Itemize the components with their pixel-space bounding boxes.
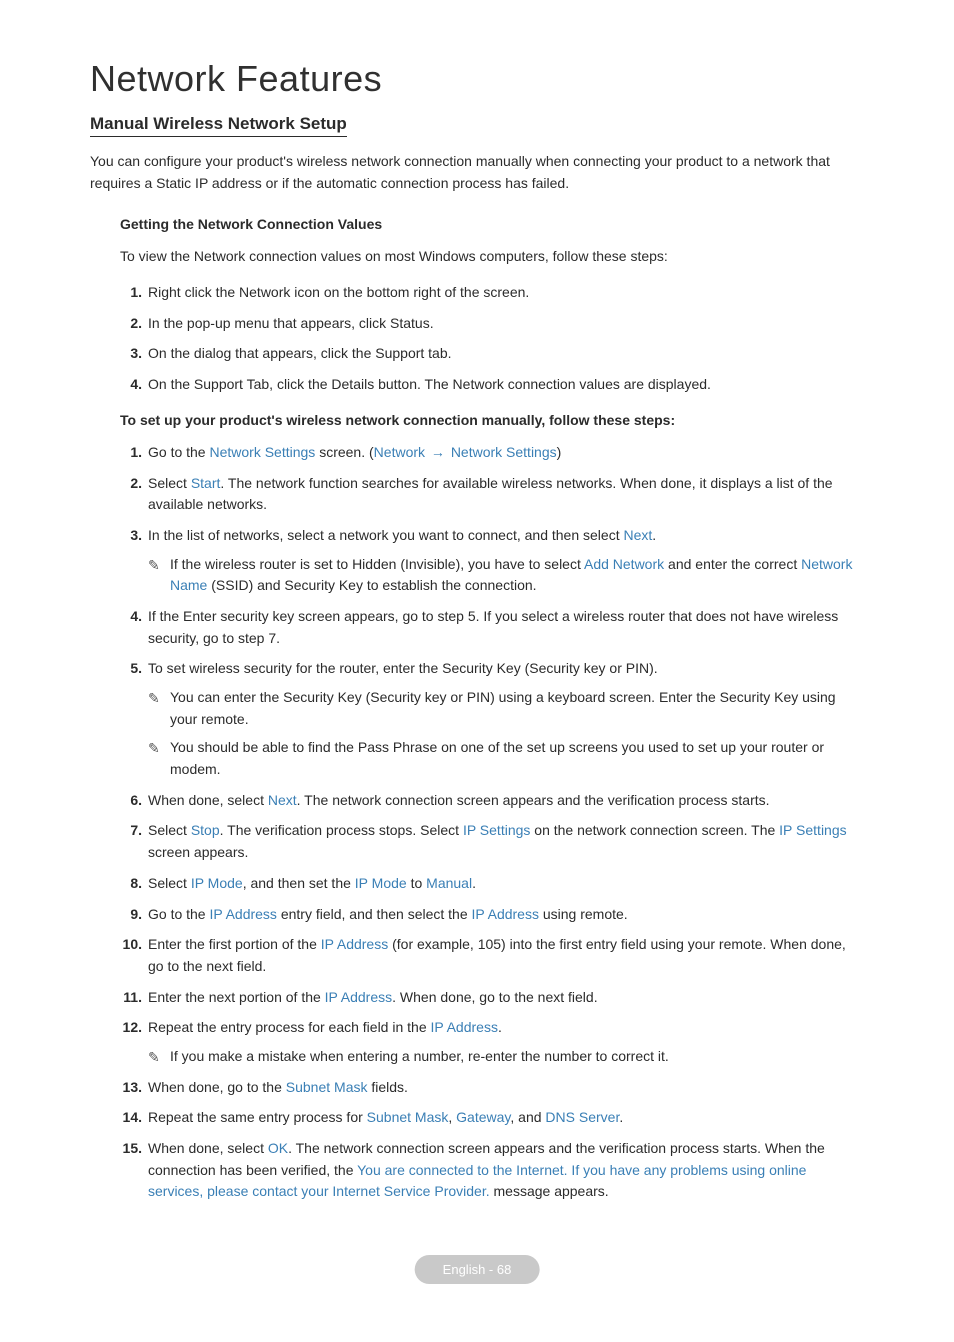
section-heading: Manual Wireless Network Setup bbox=[90, 114, 347, 137]
step-item: Enter the next portion of the IP Address… bbox=[120, 987, 864, 1009]
ui-term: IP Address bbox=[325, 989, 392, 1005]
step-item: If the Enter security key screen appears… bbox=[120, 606, 864, 649]
ui-term: IP Mode bbox=[191, 875, 243, 891]
ui-term: Gateway bbox=[456, 1109, 510, 1125]
ui-term: Manual bbox=[426, 875, 472, 891]
ui-term: Next bbox=[268, 792, 297, 808]
step-item: On the Support Tab, click the Details bu… bbox=[120, 374, 864, 396]
step-item: Select Start. The network function searc… bbox=[120, 473, 864, 516]
steps-list: Right click the Network icon on the bott… bbox=[120, 282, 864, 396]
arrow-icon: → bbox=[425, 444, 451, 460]
step-item: Right click the Network icon on the bott… bbox=[120, 282, 864, 304]
ui-term: Add Network bbox=[584, 556, 664, 572]
note: If you make a mistake when entering a nu… bbox=[148, 1046, 864, 1068]
ui-term: Network Settings bbox=[209, 444, 315, 460]
ui-term: OK bbox=[268, 1140, 288, 1156]
page-content: Network Features Manual Wireless Network… bbox=[0, 0, 954, 1203]
step-item: In the pop-up menu that appears, click S… bbox=[120, 313, 864, 335]
step-item: When done, select OK. The network connec… bbox=[120, 1138, 864, 1203]
step-item: Repeat the entry process for each field … bbox=[120, 1017, 864, 1067]
steps-list: Go to the Network Settings screen. (Netw… bbox=[120, 442, 864, 1203]
step-item: Select IP Mode, and then set the IP Mode… bbox=[120, 873, 864, 895]
step-item: On the dialog that appears, click the Su… bbox=[120, 343, 864, 365]
ui-term: IP Address bbox=[209, 906, 276, 922]
step-item: Select Stop. The verification process st… bbox=[120, 820, 864, 863]
ui-term: IP Address bbox=[472, 906, 539, 922]
ui-term: Network Settings bbox=[451, 444, 557, 460]
section-getting-values: Getting the Network Connection Values To… bbox=[90, 216, 864, 395]
note: You can enter the Security Key (Security… bbox=[148, 687, 864, 730]
intro-paragraph: You can configure your product's wireles… bbox=[90, 151, 864, 194]
section-title: To set up your product's wireless networ… bbox=[120, 412, 864, 428]
note: If the wireless router is set to Hidden … bbox=[148, 554, 864, 597]
step-item: Enter the first portion of the IP Addres… bbox=[120, 934, 864, 977]
ui-term: DNS Server bbox=[545, 1109, 619, 1125]
ui-term: IP Address bbox=[431, 1019, 498, 1035]
ui-term: IP Settings bbox=[463, 822, 530, 838]
note: You should be able to find the Pass Phra… bbox=[148, 737, 864, 780]
section-title: Getting the Network Connection Values bbox=[120, 216, 864, 232]
step-item: Go to the Network Settings screen. (Netw… bbox=[120, 442, 864, 464]
step-item: Go to the IP Address entry field, and th… bbox=[120, 904, 864, 926]
step-item: Repeat the same entry process for Subnet… bbox=[120, 1107, 864, 1129]
step-item: When done, select Next. The network conn… bbox=[120, 790, 864, 812]
page-title: Network Features bbox=[90, 58, 864, 100]
ui-term: Subnet Mask bbox=[367, 1109, 449, 1125]
step-item: When done, go to the Subnet Mask fields. bbox=[120, 1077, 864, 1099]
ui-term: Subnet Mask bbox=[286, 1079, 368, 1095]
section-description: To view the Network connection values on… bbox=[120, 246, 864, 268]
ui-term: IP Mode bbox=[355, 875, 407, 891]
page-number-badge: English - 68 bbox=[415, 1255, 540, 1284]
section-manual-setup: To set up your product's wireless networ… bbox=[90, 412, 864, 1203]
ui-term: Network bbox=[374, 444, 425, 460]
step-item: In the list of networks, select a networ… bbox=[120, 525, 864, 597]
ui-term: Stop bbox=[191, 822, 220, 838]
ui-term: IP Settings bbox=[779, 822, 846, 838]
step-item: To set wireless security for the router,… bbox=[120, 658, 864, 780]
ui-term: Start bbox=[191, 475, 221, 491]
ui-term: IP Address bbox=[321, 936, 388, 952]
ui-term: Next bbox=[623, 527, 652, 543]
